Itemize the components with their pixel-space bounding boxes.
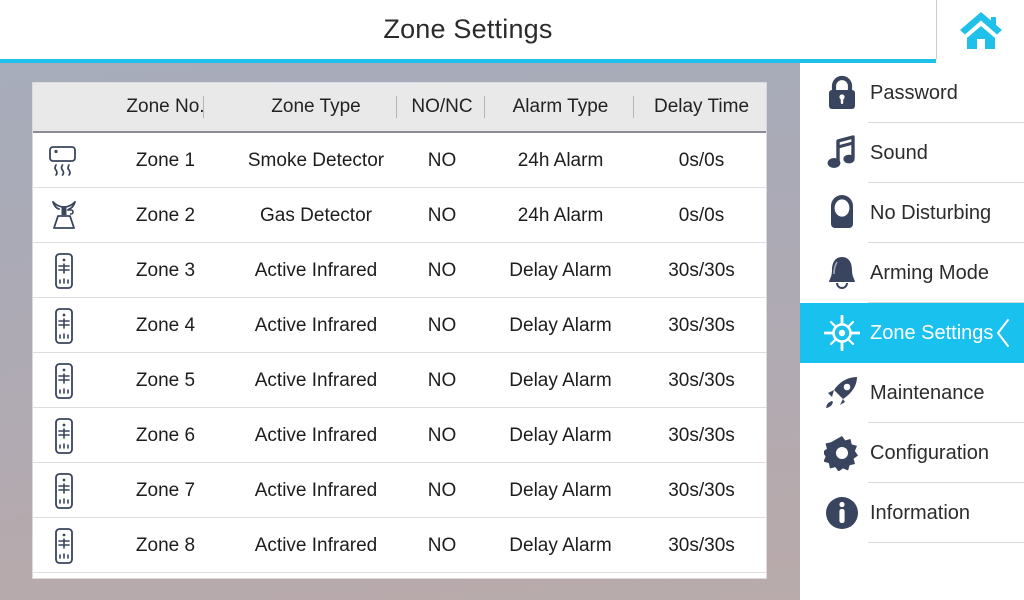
header-separator: [484, 96, 485, 118]
cell-delay-time: 0s/0s: [678, 204, 725, 226]
cell-zone-type: Active Infrared: [254, 424, 378, 446]
cell-alarm-type: Delay Alarm: [509, 479, 612, 501]
table-row[interactable]: Zone 8 Active Infrared NO Delay Alarm 30s/30…: [33, 518, 766, 573]
cell-delay-time: 30s/30s: [668, 534, 735, 556]
sidebar-item-arming-mode[interactable]: Arming Mode: [800, 243, 1024, 303]
cell-delay-time: 30s/30s: [668, 259, 735, 281]
cell-delay-time: 30s/30s: [668, 424, 735, 446]
zone-table-body: Zone 1 Smoke Detector NO 24h Alarm 0s/0s Zon…: [33, 133, 766, 573]
column-header-no-nc: NO/NC: [411, 96, 473, 117]
cell-alarm-type: Delay Alarm: [509, 424, 612, 446]
cell-no-nc: NO: [427, 259, 457, 281]
table-row[interactable]: Zone 4 Active Infrared NO Delay Alarm 30s/30…: [33, 298, 766, 353]
cell-no-nc: NO: [427, 149, 457, 171]
cell-zone-type: Gas Detector: [260, 204, 372, 226]
cell-zone-type: Active Infrared: [254, 314, 378, 336]
cell-zone-type: Active Infrared: [254, 259, 378, 281]
sidebar-item-zone-settings[interactable]: Zone Settings: [800, 303, 1024, 363]
sidebar-item-label: Password: [870, 81, 958, 104]
infrared-detector-icon: [33, 353, 95, 408]
cell-no-nc: NO: [427, 314, 457, 336]
cell-alarm-type: Delay Alarm: [509, 369, 612, 391]
zone-table-panel: Zone No. Zone Type NO/NC Alarm Type Dela…: [33, 83, 766, 578]
cell-zone-no: Zone 8: [135, 534, 196, 556]
cell-alarm-type: Delay Alarm: [509, 314, 612, 336]
infrared-detector-icon: [33, 298, 95, 353]
do-not-disturb-icon: [822, 183, 862, 243]
cell-delay-time: 30s/30s: [668, 479, 735, 501]
sidebar-item-label: Information: [870, 501, 971, 524]
sidebar-item-label: Maintenance: [870, 381, 985, 404]
table-row[interactable]: Zone 2 Gas Detector NO 24h Alarm 0s/0s: [33, 188, 766, 243]
cell-no-nc: NO: [427, 479, 457, 501]
rocket-icon: [822, 363, 862, 423]
sidebar-item-label: Sound: [870, 141, 928, 164]
cell-zone-type: Active Infrared: [254, 369, 378, 391]
header-separator: [396, 96, 397, 118]
page-title: Zone Settings: [383, 14, 553, 44]
table-header-row: Zone No. Zone Type NO/NC Alarm Type Dela…: [33, 83, 766, 133]
sidebar-item-sound[interactable]: Sound: [800, 123, 1024, 183]
music-note-icon: [822, 123, 862, 183]
header-separator: [203, 96, 204, 118]
header-separator: [633, 96, 634, 118]
sidebar-item-label: Arming Mode: [870, 261, 989, 284]
cell-zone-no: Zone 4: [135, 314, 196, 336]
gas-detector-icon: [33, 188, 95, 243]
cell-delay-time: 30s/30s: [668, 314, 735, 336]
lock-icon: [822, 63, 862, 123]
cell-no-nc: NO: [427, 424, 457, 446]
sidebar-item-password[interactable]: Password: [800, 63, 1024, 123]
cell-no-nc: NO: [427, 369, 457, 391]
cell-alarm-type: 24h Alarm: [517, 204, 604, 226]
cell-delay-time: 0s/0s: [678, 149, 725, 171]
cell-zone-no: Zone 7: [135, 479, 196, 501]
cell-alarm-type: Delay Alarm: [509, 259, 612, 281]
cell-zone-no: Zone 2: [135, 204, 196, 226]
sidebar-item-configuration[interactable]: Configuration: [800, 423, 1024, 483]
cell-alarm-type: Delay Alarm: [509, 534, 612, 556]
table-row[interactable]: Zone 3 Active Infrared NO Delay Alarm 30s/30…: [33, 243, 766, 298]
home-button[interactable]: [937, 0, 1024, 59]
sidebar-item-label: Zone Settings: [870, 321, 994, 344]
cell-delay-time: 30s/30s: [668, 369, 735, 391]
table-row[interactable]: Zone 5 Active Infrared NO Delay Alarm 30s/30…: [33, 353, 766, 408]
sidebar-item-label: Configuration: [870, 441, 989, 464]
column-header-delay-time: Delay Time: [653, 96, 750, 117]
settings-sidebar: Password Sound No Disturbing Arming Mode…: [800, 63, 1024, 600]
gear-icon: [822, 423, 862, 483]
home-icon: [958, 9, 1004, 51]
infrared-detector-icon: [33, 243, 95, 298]
cell-alarm-type: 24h Alarm: [517, 149, 604, 171]
sidebar-item-label: No Disturbing: [870, 201, 992, 224]
infrared-detector-icon: [33, 463, 95, 518]
infrared-detector-icon: [33, 518, 95, 573]
table-row[interactable]: Zone 7 Active Infrared NO Delay Alarm 30s/30…: [33, 463, 766, 518]
table-row[interactable]: Zone 1 Smoke Detector NO 24h Alarm 0s/0s: [33, 133, 766, 188]
sidebar-item-information[interactable]: Information: [800, 483, 1024, 543]
title-bar: Zone Settings: [0, 0, 1024, 59]
infrared-detector-icon: [33, 408, 95, 463]
cell-zone-no: Zone 6: [135, 424, 196, 446]
cell-zone-type: Active Infrared: [254, 479, 378, 501]
chevron-left-icon: [994, 303, 1012, 363]
bell-icon: [822, 243, 862, 303]
cell-zone-type: Smoke Detector: [247, 149, 385, 171]
column-header-alarm-type: Alarm Type: [512, 96, 609, 117]
crosshair-icon: [822, 303, 862, 363]
smoke-detector-icon: [33, 133, 95, 188]
cell-zone-type: Active Infrared: [254, 534, 378, 556]
sidebar-separator: [868, 542, 1024, 543]
sidebar-item-no-disturbing[interactable]: No Disturbing: [800, 183, 1024, 243]
column-header-zone-no: Zone No.: [126, 96, 205, 117]
cell-zone-no: Zone 3: [135, 259, 196, 281]
info-icon: [822, 483, 862, 543]
table-row[interactable]: Zone 6 Active Infrared NO Delay Alarm 30s/30…: [33, 408, 766, 463]
cell-no-nc: NO: [427, 534, 457, 556]
column-header-zone-type: Zone Type: [271, 96, 361, 117]
cell-zone-no: Zone 5: [135, 369, 196, 391]
cell-zone-no: Zone 1: [135, 149, 196, 171]
cell-no-nc: NO: [427, 204, 457, 226]
sidebar-item-maintenance[interactable]: Maintenance: [800, 363, 1024, 423]
